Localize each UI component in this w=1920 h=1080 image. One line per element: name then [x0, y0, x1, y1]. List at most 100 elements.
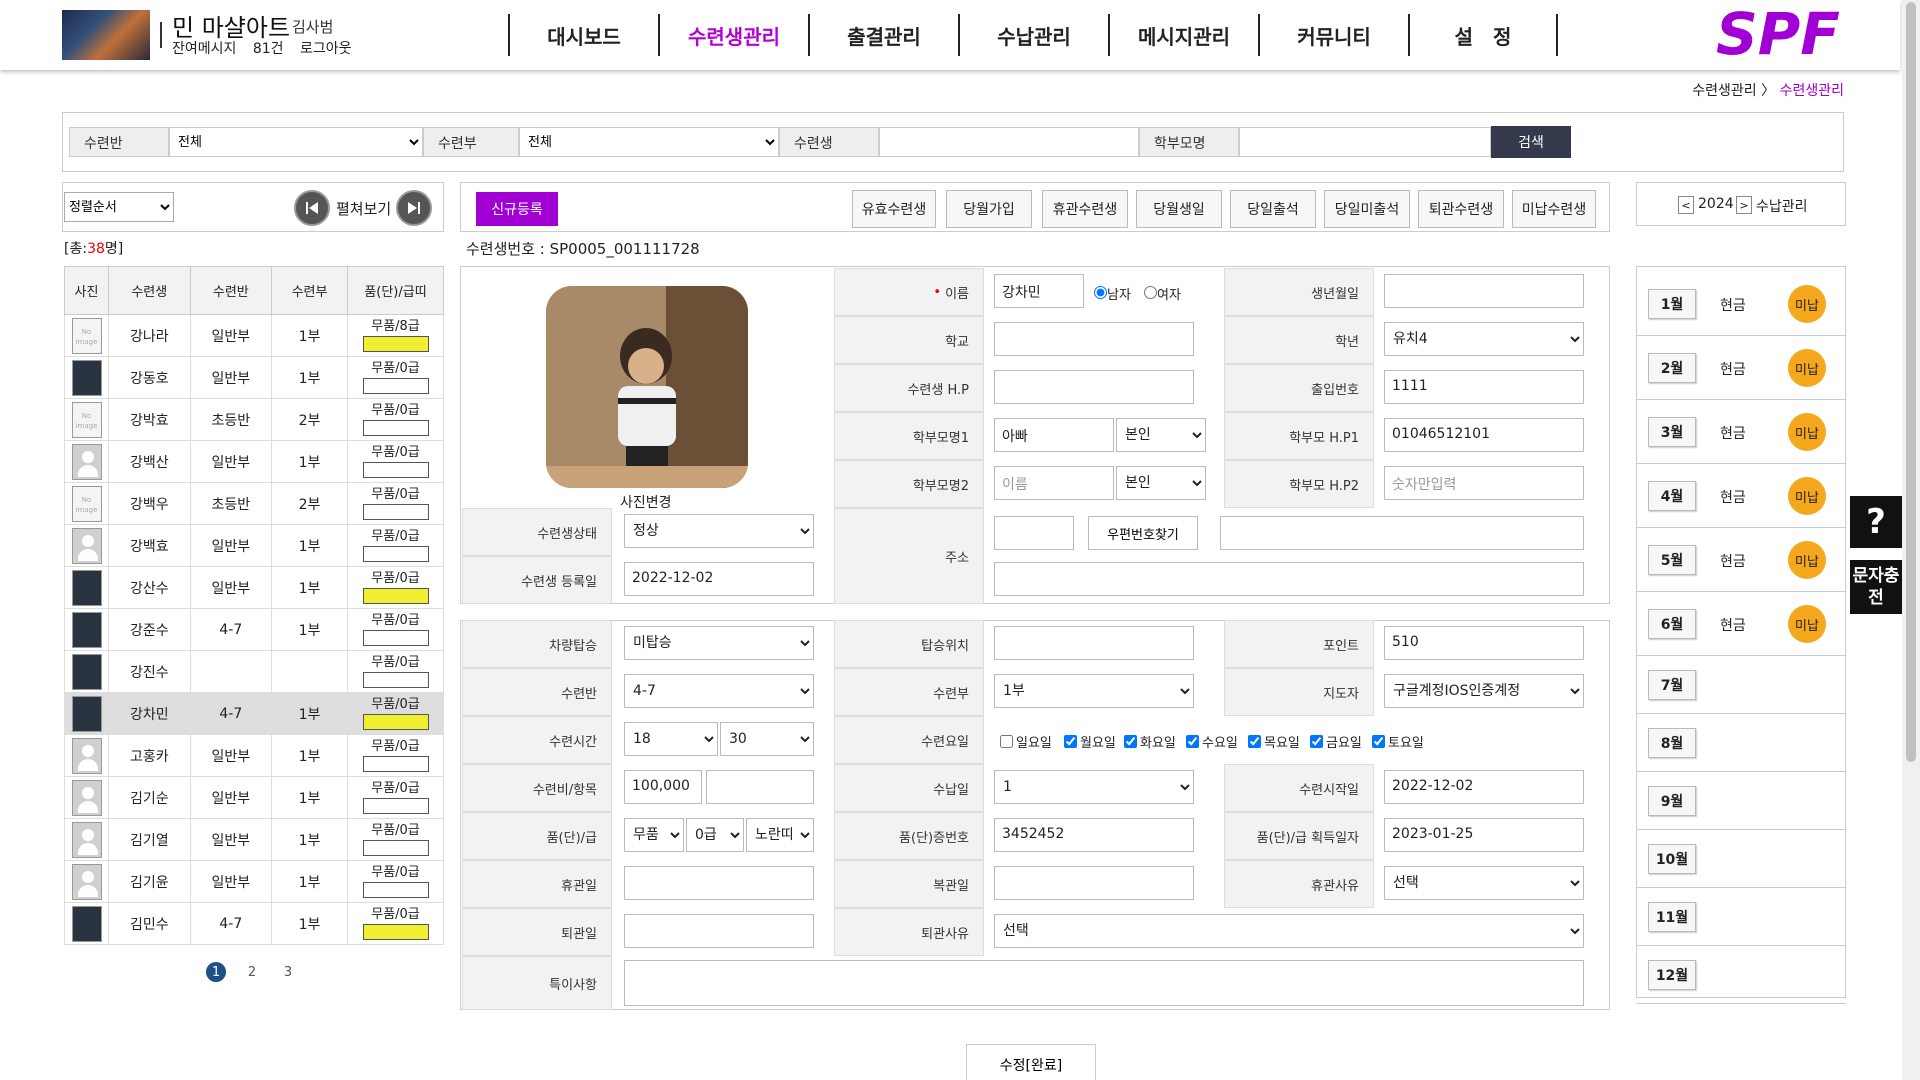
- month-button[interactable]: 4월: [1648, 481, 1696, 511]
- row-student-name[interactable]: 김민수: [108, 902, 191, 945]
- nav-attendance[interactable]: 출결관리: [808, 14, 958, 56]
- month-button[interactable]: 5월: [1648, 545, 1696, 575]
- table-row[interactable]: 고홍카 일반부 1부 무품/0급: [64, 734, 444, 777]
- notes-input[interactable]: [624, 960, 1584, 1006]
- month-button[interactable]: 12월: [1648, 960, 1696, 990]
- quit-input[interactable]: [624, 914, 814, 948]
- filter-joined-button[interactable]: 당월가입: [946, 190, 1032, 228]
- row-student-name[interactable]: 강차민: [108, 692, 191, 735]
- row-student-name[interactable]: 강진수: [108, 650, 191, 693]
- student-photo[interactable]: [546, 286, 748, 488]
- filter-active-button[interactable]: 유효수련생: [852, 190, 936, 228]
- class-select[interactable]: 4-7: [624, 674, 814, 708]
- parent2-input[interactable]: 이름: [994, 466, 1114, 500]
- unpaid-badge[interactable]: 미납: [1788, 285, 1826, 323]
- table-row[interactable]: 강백산 일반부 1부 무품/0급: [64, 440, 444, 483]
- table-row[interactable]: 강차민 4-7 1부 무품/0급: [64, 692, 444, 735]
- birth-input[interactable]: [1384, 274, 1584, 308]
- prev-page-button[interactable]: [294, 190, 330, 226]
- zip-search-button[interactable]: 우편번호찾기: [1088, 516, 1198, 550]
- logout-link[interactable]: 로그아웃: [300, 41, 352, 57]
- unpaid-badge[interactable]: 미납: [1788, 349, 1826, 387]
- table-row[interactable]: 김기열 일반부 1부 무품/0급: [64, 818, 444, 861]
- payday-select[interactable]: 1: [994, 770, 1194, 804]
- search-student-input[interactable]: [879, 127, 1139, 157]
- filter-leave-button[interactable]: 휴관수련생: [1042, 190, 1128, 228]
- zip-input[interactable]: [994, 516, 1074, 550]
- unpaid-badge[interactable]: 미납: [1788, 477, 1826, 515]
- table-row[interactable]: 김기윤 일반부 1부 무품/0급: [64, 860, 444, 903]
- day-checkbox[interactable]: 목요일: [1248, 732, 1300, 751]
- filter-attended-button[interactable]: 당일출석: [1230, 190, 1316, 228]
- day-checkbox[interactable]: 일요일: [1000, 732, 1052, 751]
- month-button[interactable]: 8월: [1648, 728, 1696, 758]
- filter-quit-button[interactable]: 퇴관수련생: [1418, 190, 1504, 228]
- unpaid-badge[interactable]: 미납: [1788, 605, 1826, 643]
- table-row[interactable]: 강진수 무품/0급: [64, 650, 444, 693]
- day-checkbox-input[interactable]: [1248, 735, 1261, 748]
- month-button[interactable]: 10월: [1648, 844, 1696, 874]
- new-register-button[interactable]: 신규등록: [476, 192, 558, 226]
- month-button[interactable]: 3월: [1648, 417, 1696, 447]
- row-student-name[interactable]: 강준수: [108, 608, 191, 651]
- parent1-input[interactable]: 아빠: [994, 418, 1114, 452]
- row-student-name[interactable]: 강동호: [108, 356, 191, 399]
- day-checkbox[interactable]: 화요일: [1124, 732, 1176, 751]
- page-3[interactable]: 3: [278, 962, 298, 982]
- month-button[interactable]: 2월: [1648, 353, 1696, 383]
- row-student-name[interactable]: 강박효: [108, 398, 191, 441]
- acq-input[interactable]: 2023-01-25: [1384, 818, 1584, 852]
- board-input[interactable]: [994, 626, 1194, 660]
- hour-select[interactable]: 18: [624, 722, 718, 756]
- return-input[interactable]: [994, 866, 1194, 900]
- relation1-select[interactable]: 본인: [1116, 418, 1206, 452]
- search-part-select[interactable]: 전체: [519, 127, 779, 157]
- sms-charge-button[interactable]: 문자충전: [1850, 560, 1902, 614]
- address1-input[interactable]: [1220, 516, 1584, 550]
- day-checkbox-input[interactable]: [1186, 735, 1199, 748]
- page-2[interactable]: 2: [242, 962, 262, 982]
- grade-select[interactable]: 유치4: [1384, 322, 1584, 356]
- table-row[interactable]: 강백효 일반부 1부 무품/0급: [64, 524, 444, 567]
- breadcrumb-parent[interactable]: 수련생관리: [1692, 83, 1756, 99]
- table-row[interactable]: 강동호 일반부 1부 무품/0급: [64, 356, 444, 399]
- month-button[interactable]: 11월: [1648, 902, 1696, 932]
- sort-order-select[interactable]: 정렬순서: [64, 192, 174, 222]
- filter-unpaid-button[interactable]: 미납수련생: [1512, 190, 1596, 228]
- month-button[interactable]: 6월: [1648, 609, 1696, 639]
- submit-edit-button[interactable]: 수정[완료]: [966, 1044, 1096, 1080]
- name-input[interactable]: 강차민: [994, 274, 1084, 308]
- day-checkbox[interactable]: 수요일: [1186, 732, 1238, 751]
- photo-change-link[interactable]: 사진변경: [620, 492, 672, 512]
- minute-select[interactable]: 30: [720, 722, 814, 756]
- nav-students[interactable]: 수련생관리: [658, 14, 808, 56]
- leave-input[interactable]: [624, 866, 814, 900]
- unpaid-badge[interactable]: 미납: [1788, 413, 1826, 451]
- table-row[interactable]: 김기순 일반부 1부 무품/0급: [64, 776, 444, 819]
- expand-view-label[interactable]: 펼쳐보기: [336, 198, 391, 219]
- row-student-name[interactable]: 김기열: [108, 818, 191, 861]
- female-radio[interactable]: 여자: [1144, 284, 1181, 303]
- quit-reason-select[interactable]: 선택: [994, 914, 1584, 948]
- day-checkbox-input[interactable]: [1310, 735, 1323, 748]
- scrollbar-thumb[interactable]: [1906, 2, 1916, 762]
- spf-brand-logo[interactable]: SPF: [1712, 2, 1852, 68]
- unpaid-badge[interactable]: 미납: [1788, 541, 1826, 579]
- month-button[interactable]: 9월: [1648, 786, 1696, 816]
- row-student-name[interactable]: 강백우: [108, 482, 191, 525]
- php1-input[interactable]: 01046512101: [1384, 418, 1584, 452]
- vehicle-select[interactable]: 미탑승: [624, 626, 814, 660]
- row-student-name[interactable]: 고홍카: [108, 734, 191, 777]
- belt-rank-select[interactable]: 무품: [624, 818, 684, 852]
- row-student-name[interactable]: 김기순: [108, 776, 191, 819]
- day-checkbox-input[interactable]: [1000, 735, 1013, 748]
- nav-settings[interactable]: 설 정: [1408, 14, 1558, 56]
- search-button[interactable]: 검색: [1491, 126, 1571, 158]
- day-checkbox-input[interactable]: [1064, 735, 1077, 748]
- nav-messages[interactable]: 메시지관리: [1108, 14, 1258, 56]
- next-year-button[interactable]: >: [1736, 196, 1752, 214]
- day-checkbox-input[interactable]: [1372, 735, 1385, 748]
- cert-input[interactable]: 3452452: [994, 818, 1194, 852]
- coach-select[interactable]: 구글계정IOS인증계정: [1384, 674, 1584, 708]
- hp-input[interactable]: [994, 370, 1194, 404]
